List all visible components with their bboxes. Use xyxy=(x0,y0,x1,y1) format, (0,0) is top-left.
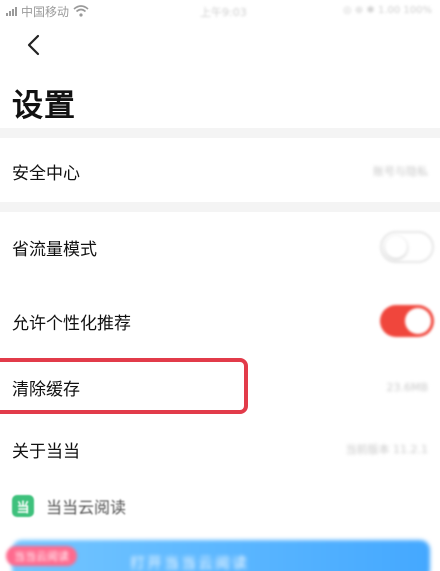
about-label: 关于当当 xyxy=(12,441,80,462)
page-title: 设置 xyxy=(12,88,76,124)
chevron-left-icon xyxy=(27,34,40,56)
section-divider xyxy=(0,202,440,212)
back-button[interactable] xyxy=(18,30,48,60)
status-time: 上午9:03 xyxy=(200,6,247,19)
wifi-icon xyxy=(73,5,89,17)
personalized-recommend-row: 允许个性化推荐 xyxy=(0,286,440,356)
carrier-label: 中国移动 xyxy=(21,4,70,19)
security-center-label: 安全中心 xyxy=(12,163,80,184)
brand-name: 当当云阅读 xyxy=(46,498,127,517)
status-left: 中国移动 xyxy=(6,3,89,20)
status-indicators: ◎ ⊕ ✱ 1.00 100% xyxy=(342,5,432,16)
status-bar: 中国移动 上午9:03 ◎ ⊕ ✱ 1.00 100% xyxy=(0,0,440,22)
brand-row: 当 当当云阅读 xyxy=(12,494,126,518)
personalized-recommend-label: 允许个性化推荐 xyxy=(12,313,131,334)
signal-icon xyxy=(6,6,17,16)
security-center-row[interactable]: 安全中心 账号与隐私 xyxy=(0,136,440,206)
clear-cache-row[interactable]: 清除缓存 23.6MB xyxy=(0,352,440,422)
cache-size-value: 23.6MB xyxy=(386,380,428,394)
data-saver-row: 省流量模式 xyxy=(0,212,440,282)
banner-badge: 当当云阅读 xyxy=(6,546,77,566)
personalized-recommend-toggle[interactable] xyxy=(380,305,434,337)
about-row[interactable]: 关于当当 当前版本 11.2.1 xyxy=(0,414,440,484)
banner-text: 打开当当云阅读 xyxy=(130,554,250,571)
data-saver-toggle[interactable] xyxy=(380,231,434,263)
data-saver-label: 省流量模式 xyxy=(12,239,97,260)
dangdang-logo-icon: 当 xyxy=(12,495,34,517)
clear-cache-label: 清除缓存 xyxy=(12,379,80,400)
version-value: 当前版本 11.2.1 xyxy=(345,443,428,456)
security-center-value: 账号与隐私 xyxy=(373,165,428,178)
